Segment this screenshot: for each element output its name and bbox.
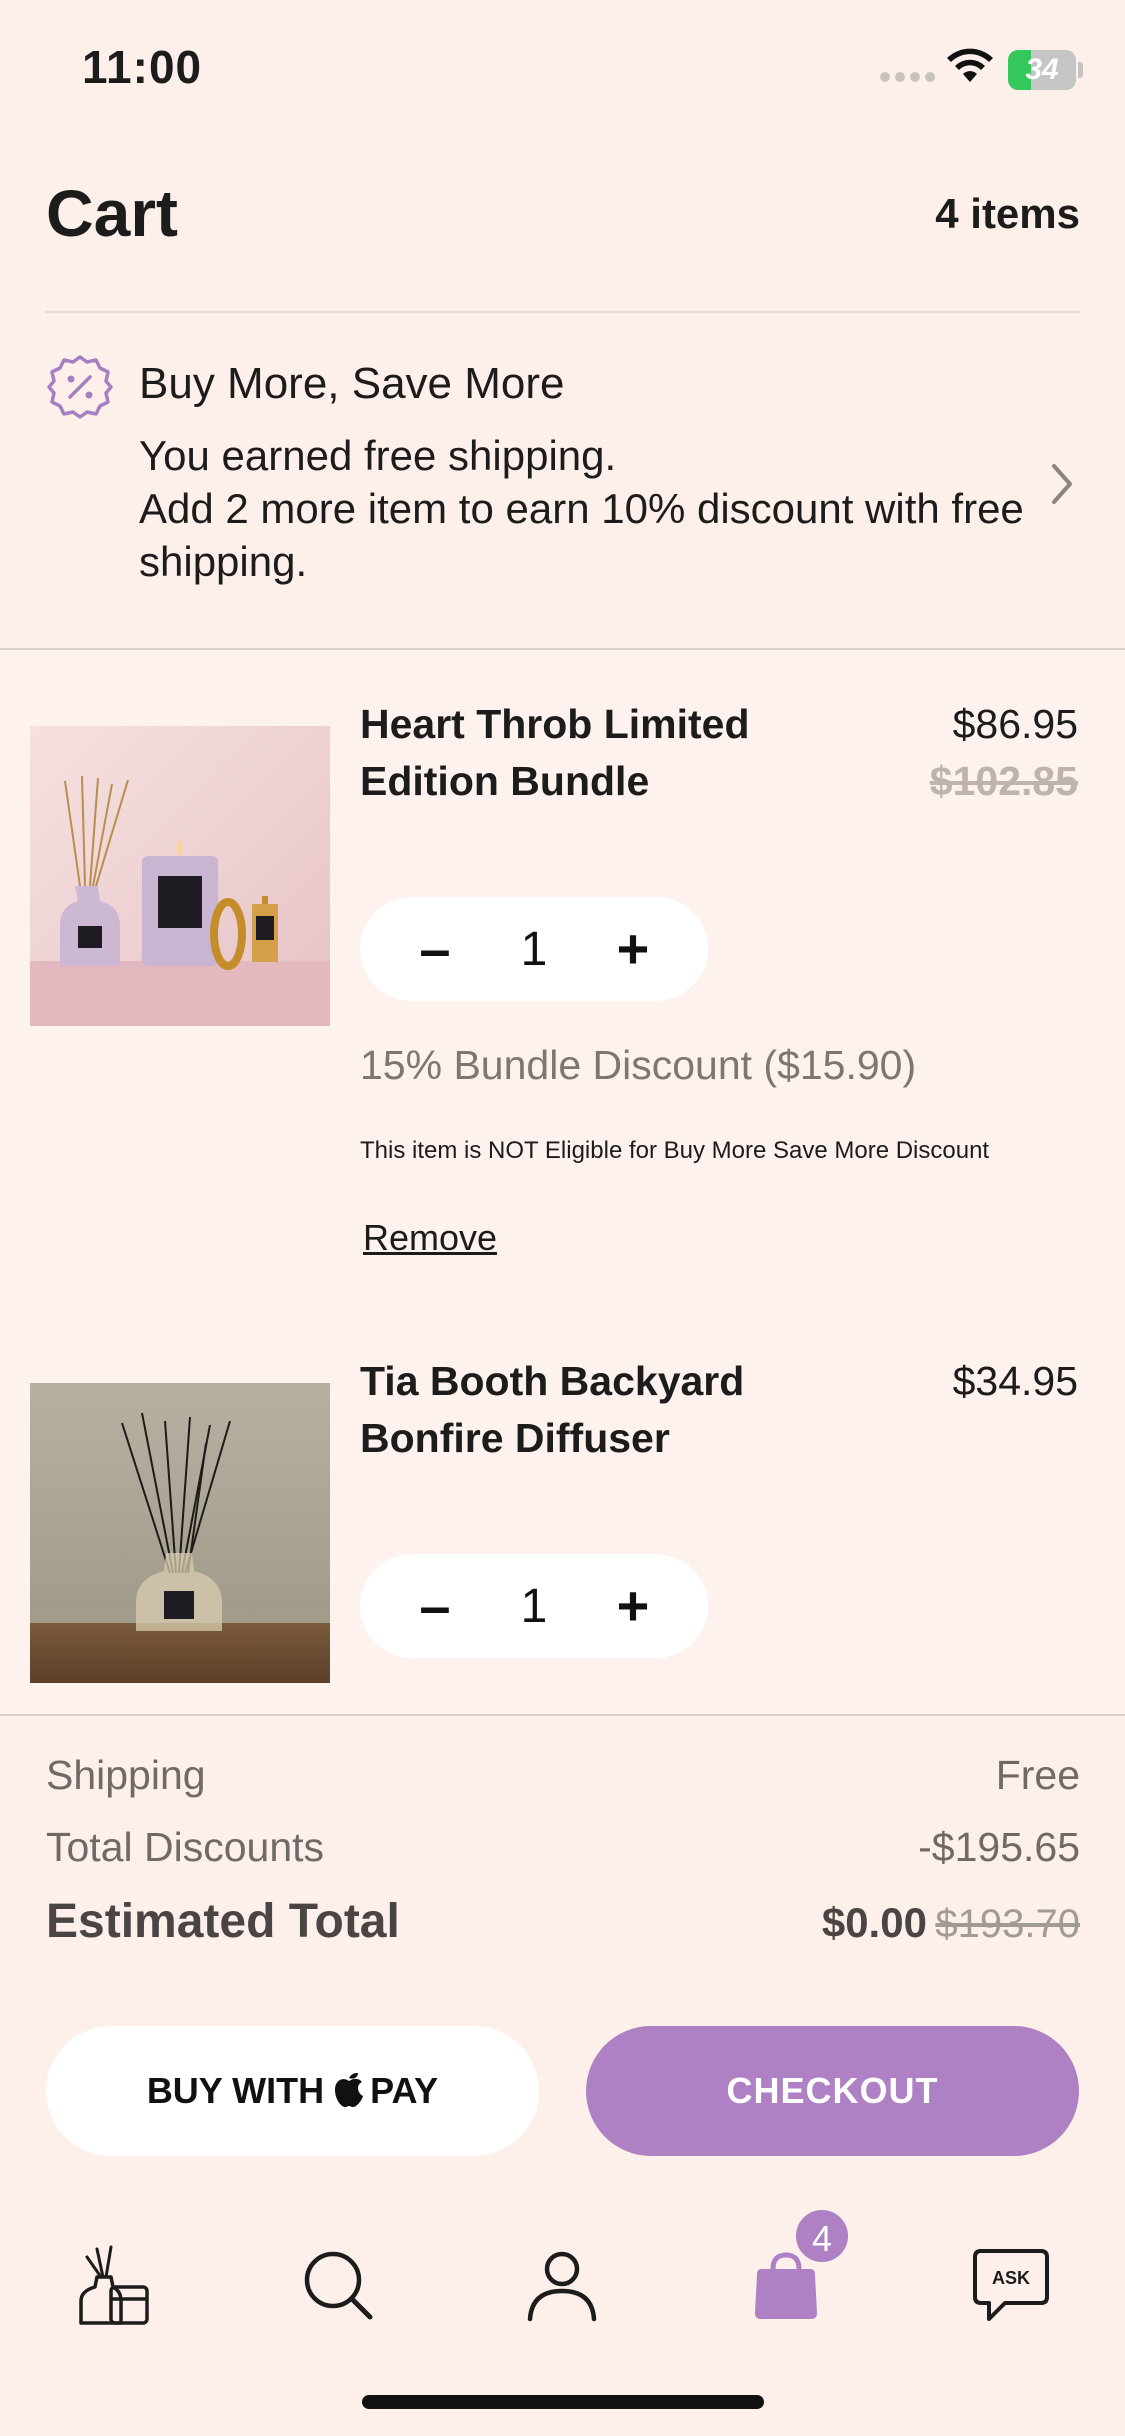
promo-title: Buy More, Save More	[139, 359, 565, 408]
promo-text: You earned free shipping. Add 2 more ite…	[139, 429, 1039, 588]
item-count: 4 items	[935, 190, 1080, 237]
apple-pay-button[interactable]: BUY WITH PAY	[46, 2026, 539, 2156]
discounts-label: Total Discounts	[46, 1824, 325, 1870]
estimated-total-original: $193.70	[935, 1902, 1080, 1946]
product-name[interactable]: Tia Booth Backyard Bonfire Diffuser	[360, 1353, 800, 1467]
estimated-total-row: Estimated Total $0.00 $193.70	[46, 1894, 1080, 1949]
apple-pay-suffix: PAY	[370, 2070, 439, 2111]
order-summary: Shipping Free Total Discounts -$195.65 E…	[0, 1716, 1125, 2016]
cart-items-list[interactable]: Heart Throb Limited Edition Bundle $86.9…	[0, 650, 1125, 1715]
account-icon	[527, 2251, 597, 2322]
tab-shop[interactable]	[58, 2230, 168, 2340]
tab-account[interactable]	[507, 2230, 617, 2340]
diffuser-icon	[79, 2245, 149, 2325]
eligibility-note: This item is NOT Eligible for Buy More S…	[360, 1137, 990, 1164]
estimated-total-value: $0.00	[821, 1899, 927, 1946]
cart-item: Heart Throb Limited Edition Bundle $86.9…	[0, 650, 1125, 1258]
product-image[interactable]	[30, 726, 330, 1026]
increase-quantity-button[interactable]: +	[608, 1554, 658, 1658]
chevron-right-icon[interactable]	[1050, 462, 1076, 506]
battery-icon: 34	[1008, 50, 1076, 90]
cellular-signal-icon	[880, 72, 935, 82]
tab-search[interactable]	[283, 2230, 393, 2340]
ask-label: ASK	[992, 2268, 1030, 2288]
status-time: 11:00	[82, 41, 203, 93]
checkout-button[interactable]: CHECKOUT	[586, 2026, 1079, 2156]
discount-badge-icon	[47, 355, 113, 419]
battery-percentage: 34	[1025, 53, 1059, 86]
increase-quantity-button[interactable]: +	[608, 897, 658, 1001]
chat-ask-icon: ASK	[973, 2249, 1049, 2321]
wifi-icon	[947, 48, 993, 82]
product-original-price: $102.85	[929, 758, 1078, 804]
promo-line-2: Add 2 more item to earn 10% discount wit…	[139, 485, 1024, 585]
product-image[interactable]	[30, 1383, 330, 1683]
product-name[interactable]: Heart Throb Limited Edition Bundle	[360, 696, 800, 810]
cart-item: Tia Booth Backyard Bonfire Diffuser $34.…	[0, 1307, 1125, 1715]
bundle-discount-text: 15% Bundle Discount ($15.90)	[360, 1042, 917, 1088]
apple-logo-icon	[335, 2072, 364, 2107]
cart-badge: 4	[793, 2207, 851, 2265]
tab-ask[interactable]: ASK	[956, 2230, 1066, 2340]
promo-line-1: You earned free shipping.	[139, 432, 617, 479]
estimated-total-label: Estimated Total	[46, 1895, 400, 1948]
quantity-value: 1	[520, 1579, 548, 1633]
shipping-label: Shipping	[46, 1752, 206, 1798]
decrease-quantity-button[interactable]: –	[410, 897, 460, 1001]
battery-tip	[1078, 62, 1083, 78]
quantity-stepper: – 1 +	[360, 897, 708, 1001]
apple-pay-prefix: BUY WITH	[146, 2070, 325, 2111]
buy-more-save-more-banner[interactable]: Buy More, Save More You earned free ship…	[0, 313, 1125, 649]
cart-header: Cart 4 items	[46, 160, 1080, 310]
discounts-row: Total Discounts -$195.65	[46, 1824, 1080, 1871]
page-title: Cart	[46, 176, 179, 250]
quantity-value: 1	[520, 922, 548, 976]
search-icon	[304, 2251, 373, 2320]
shipping-value: Free	[995, 1752, 1080, 1798]
decrease-quantity-button[interactable]: –	[410, 1554, 460, 1658]
remove-button[interactable]: Remove	[363, 1217, 497, 1259]
quantity-stepper: – 1 +	[360, 1554, 708, 1658]
shipping-row: Shipping Free	[46, 1752, 1080, 1799]
estimated-total-values: $0.00 $193.70	[822, 1899, 1080, 1947]
status-bar: 11:00 34	[0, 0, 1125, 140]
product-price: $34.95	[952, 1358, 1078, 1404]
home-indicator	[362, 2395, 764, 2409]
discounts-value: -$195.65	[918, 1824, 1080, 1870]
product-price: $86.95	[952, 701, 1078, 747]
